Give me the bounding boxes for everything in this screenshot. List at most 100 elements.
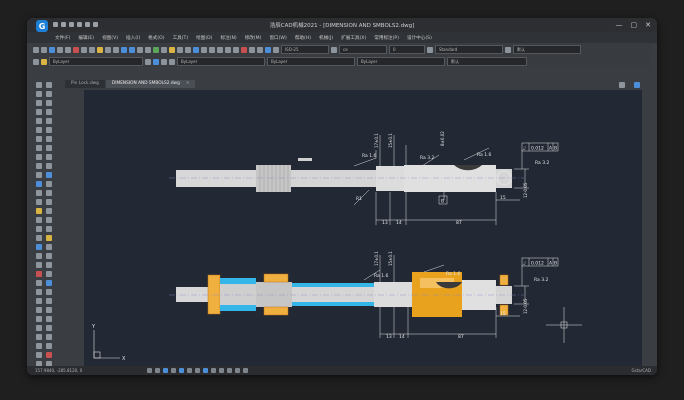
- layer-freeze-icon[interactable]: [169, 58, 175, 65]
- line-icon[interactable]: [36, 82, 42, 88]
- zoom-window-icon[interactable]: [137, 46, 143, 53]
- standard-style-select[interactable]: Standard: [435, 45, 503, 54]
- measure-icon[interactable]: [36, 325, 42, 331]
- break-icon[interactable]: [46, 190, 52, 196]
- zoom-icon[interactable]: [129, 46, 135, 53]
- paste-icon[interactable]: [89, 46, 95, 53]
- menu-format[interactable]: 格式(O): [148, 35, 164, 41]
- layer-walk-icon[interactable]: [46, 298, 52, 304]
- dim-diameter-icon[interactable]: [217, 46, 223, 53]
- spline-icon[interactable]: [36, 154, 42, 160]
- rectangle-icon[interactable]: [36, 118, 42, 124]
- snap-toggle-icon[interactable]: [147, 368, 152, 373]
- draw-order-icon[interactable]: [46, 289, 52, 295]
- align-icon[interactable]: [46, 271, 52, 277]
- extend-icon[interactable]: [46, 181, 52, 187]
- open-icon[interactable]: [41, 46, 47, 53]
- save-icon[interactable]: [49, 46, 55, 53]
- move-icon[interactable]: [46, 127, 52, 133]
- shaft-segment[interactable]: [176, 170, 256, 187]
- layer-select[interactable]: ByLayer: [49, 57, 143, 66]
- dim-aligned-icon[interactable]: [201, 46, 207, 53]
- tab-pin-lock[interactable]: Pin Lock.dwg: [65, 80, 105, 88]
- top-shaft-view[interactable]: [169, 158, 524, 192]
- edit-spline-icon[interactable]: [46, 244, 52, 250]
- drawing-canvas[interactable]: 13 14 87 15 12-0.05 17±0.1 15±0.1 8±0.02…: [84, 90, 642, 366]
- close-tab-icon[interactable]: ✕: [186, 81, 190, 86]
- edit-hatch-icon[interactable]: [46, 253, 52, 259]
- chamfer-icon[interactable]: [46, 208, 52, 214]
- lengthen-icon[interactable]: [46, 163, 52, 169]
- circle-icon[interactable]: [36, 136, 42, 142]
- edit-text-icon[interactable]: [46, 262, 52, 268]
- table-icon[interactable]: [36, 235, 42, 241]
- menu-window[interactable]: 窗口(W): [269, 35, 286, 41]
- shaft-segment[interactable]: [404, 165, 496, 192]
- dim-style-icon[interactable]: [331, 46, 337, 53]
- fillet-icon[interactable]: [46, 217, 52, 223]
- donut-icon[interactable]: [36, 262, 42, 268]
- menu-modify[interactable]: 修改(M): [245, 35, 262, 41]
- polyline-icon[interactable]: [36, 100, 42, 106]
- plot-style-select[interactable]: 默认: [513, 45, 581, 54]
- divide-icon[interactable]: [36, 316, 42, 322]
- dim-style-select[interactable]: ISO-25: [281, 45, 329, 54]
- mirror-icon[interactable]: [46, 100, 52, 106]
- hide-icon[interactable]: [46, 343, 52, 349]
- otrack-toggle-icon[interactable]: [187, 368, 192, 373]
- menu-file[interactable]: 文件(F): [55, 35, 70, 41]
- undo-icon[interactable]: [105, 46, 111, 53]
- polygon-icon[interactable]: [36, 109, 42, 115]
- xline-icon[interactable]: [36, 91, 42, 97]
- top-tolerance-frame[interactable]: ⌰ 0.012 A B: [521, 142, 559, 152]
- polar-toggle-icon[interactable]: [171, 368, 176, 373]
- bottom-assembly-view[interactable]: [169, 272, 524, 317]
- text-style-select[interactable]: ce: [339, 45, 387, 54]
- lineweight-toggle-icon[interactable]: [195, 368, 200, 373]
- spline-section[interactable]: [256, 165, 291, 192]
- hatch-icon[interactable]: [36, 208, 42, 214]
- pan-icon[interactable]: [121, 46, 127, 53]
- shape-icon[interactable]: [36, 334, 42, 340]
- text-icon[interactable]: [36, 298, 42, 304]
- snap-endpoint-icon[interactable]: [619, 82, 625, 88]
- layer-previous-icon[interactable]: [145, 58, 151, 65]
- explode-icon[interactable]: [46, 226, 52, 232]
- annotation-scale-icon[interactable]: [219, 368, 224, 373]
- ortho-toggle-icon[interactable]: [163, 368, 168, 373]
- center-mark-icon[interactable]: [257, 46, 263, 53]
- dim-edit-icon[interactable]: [265, 46, 271, 53]
- point-icon[interactable]: [36, 199, 42, 205]
- menu-mechanical[interactable]: 机械(J): [319, 35, 333, 41]
- revcloud-icon[interactable]: [36, 145, 42, 151]
- gradient-icon[interactable]: [36, 217, 42, 223]
- make-current-icon[interactable]: [153, 58, 159, 65]
- linetype-select[interactable]: ByLayer: [267, 57, 355, 66]
- menu-view[interactable]: 视图(V): [102, 35, 118, 41]
- redo-icon[interactable]: [113, 46, 119, 53]
- properties-icon[interactable]: [153, 46, 159, 53]
- menu-design-center[interactable]: 设计中心(S): [407, 35, 432, 41]
- menu-draw[interactable]: 绘图(D): [196, 35, 212, 41]
- grid-toggle-icon[interactable]: [155, 368, 160, 373]
- tool-palette-icon[interactable]: [169, 46, 175, 53]
- menu-insert[interactable]: 插入(I): [126, 35, 140, 41]
- menu-tools[interactable]: 工具(T): [173, 35, 189, 41]
- minimize-icon[interactable]: —: [616, 21, 623, 29]
- preview-icon[interactable]: [65, 46, 71, 53]
- bottom-tolerance-frame[interactable]: ⌰ 0.012 A B: [521, 257, 559, 267]
- close-icon[interactable]: ✕: [645, 21, 651, 29]
- menu-common-dim[interactable]: 常用标注(P): [374, 35, 399, 41]
- erase-icon[interactable]: [46, 82, 52, 88]
- menu-dimension[interactable]: 标注(N): [220, 35, 236, 41]
- trim-icon[interactable]: [46, 172, 52, 178]
- dim-radius-icon[interactable]: [209, 46, 215, 53]
- audit-icon[interactable]: [46, 352, 52, 358]
- dim-linear-icon[interactable]: [193, 46, 199, 53]
- table-style-icon[interactable]: [427, 46, 433, 53]
- menu-help[interactable]: 帮助(H): [295, 35, 311, 41]
- dim-angular-icon[interactable]: [225, 46, 231, 53]
- shaft-segment[interactable]: [291, 170, 376, 187]
- quick-select-icon[interactable]: [46, 325, 52, 331]
- boundary-icon[interactable]: [36, 271, 42, 277]
